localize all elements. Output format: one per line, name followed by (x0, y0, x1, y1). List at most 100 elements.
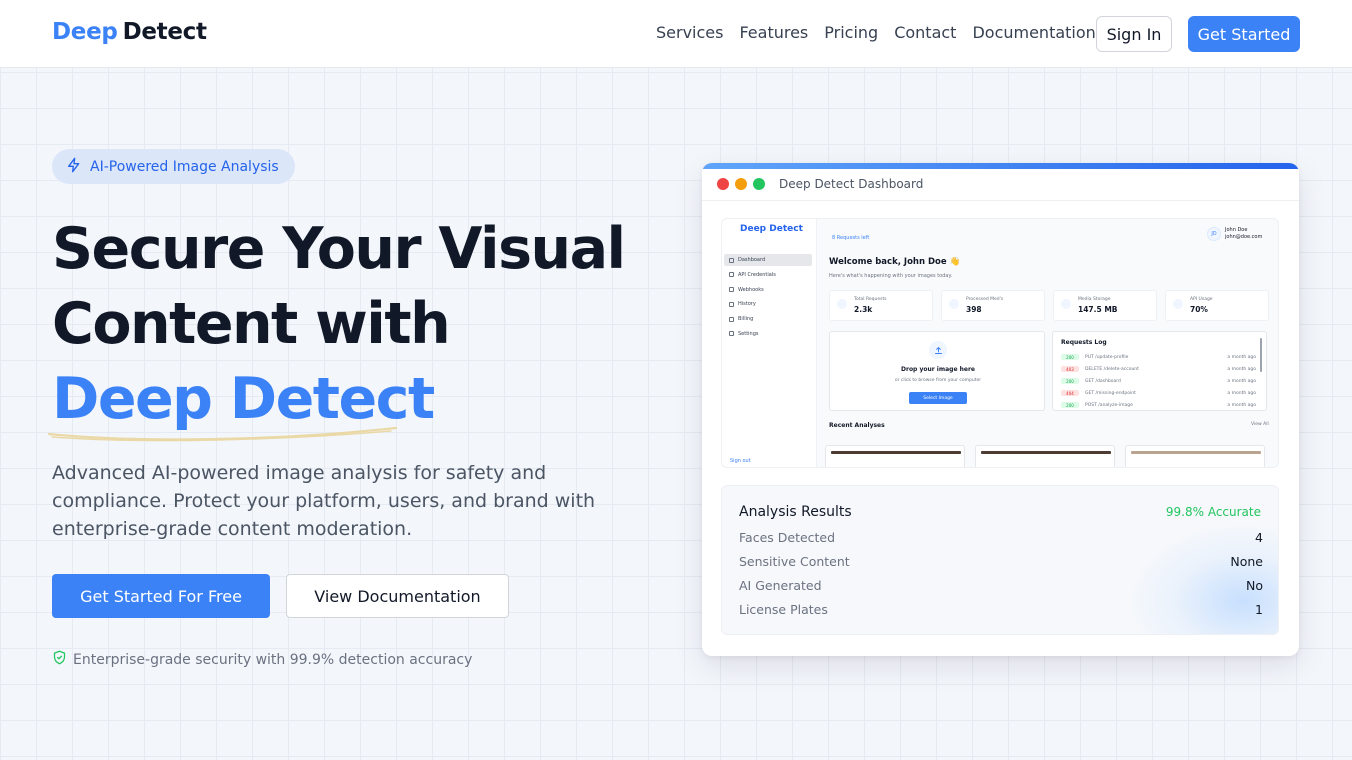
hero-title-line-2: Content with (52, 291, 451, 357)
dashboard-nav-item: Billing (724, 313, 812, 325)
dashboard-sign-out: Sign out (730, 458, 751, 464)
recent-analysis-thumbnail (1125, 445, 1265, 467)
storage-icon (1061, 299, 1071, 309)
select-image-button: Select Image (909, 392, 967, 404)
brush-underline-decoration (47, 426, 398, 442)
hero-description: Advanced AI-powered image analysis for s… (52, 462, 596, 540)
image-icon (949, 299, 959, 309)
log-time: a month ago (1227, 390, 1256, 396)
nav-links: Services Features Pricing Contact Docume… (656, 23, 1096, 42)
log-request: GET /dashboard (1085, 378, 1121, 384)
result-value: None (1230, 554, 1263, 569)
key-icon (729, 272, 734, 278)
log-row: 200 POST /analyze-image a month ago (1061, 401, 1256, 409)
recent-analysis-thumbnail (975, 445, 1115, 467)
result-label: Sensitive Content (739, 554, 850, 569)
result-value: 4 (1255, 530, 1263, 545)
dashboard-nav-label: Dashboard (738, 257, 766, 263)
stat-label: Media Storage (1078, 297, 1111, 302)
minimize-dot-icon (735, 178, 747, 190)
recent-analysis-thumbnail (825, 445, 965, 467)
nav-link-features[interactable]: Features (739, 23, 808, 42)
welcome-subtext: Here's what's happening with your images… (829, 273, 953, 279)
stat-label: API Usage (1190, 297, 1213, 302)
maximize-dot-icon (753, 178, 765, 190)
result-label: AI Generated (739, 578, 822, 593)
get-started-free-button[interactable]: Get Started For Free (52, 574, 270, 618)
result-value: No (1246, 578, 1263, 593)
log-time: a month ago (1227, 402, 1256, 408)
nav-link-contact[interactable]: Contact (894, 23, 956, 42)
log-scrollbar (1260, 338, 1262, 372)
lightning-icon (66, 157, 82, 177)
user-name: John Doe (1225, 227, 1248, 233)
logo-part-detect: Detect (122, 19, 207, 45)
stat-label: Total Requests (854, 297, 887, 302)
log-time: a month ago (1227, 378, 1256, 384)
security-note: Enterprise-grade security with 99.9% det… (52, 650, 472, 669)
dashboard-logo: Deep Detect (740, 224, 803, 234)
usage-icon (1173, 299, 1183, 309)
dashboard-nav-label: Settings (738, 330, 759, 337)
logo-part-deep: Deep (52, 19, 118, 45)
stat-value: 2.3k (854, 305, 873, 314)
log-row: 403 DELETE /delete-account a month ago (1061, 365, 1256, 373)
result-label: License Plates (739, 602, 828, 617)
view-all-link: View All (1251, 422, 1269, 427)
dashboard-nav-item: Dashboard (724, 254, 812, 266)
log-row: 200 GET /dashboard a month ago (1061, 377, 1256, 385)
status-badge: 200 (1061, 402, 1079, 408)
dashboard-screenshot: Deep Detect Dashboard API Credentials We… (721, 218, 1279, 468)
log-request: GET /missing-endpoint (1085, 390, 1136, 396)
stat-card: Media Storage 147.5 MB (1053, 290, 1157, 321)
dashboard-sidebar: Deep Detect Dashboard API Credentials We… (722, 219, 817, 467)
stat-value: 70% (1190, 305, 1208, 314)
nav-link-pricing[interactable]: Pricing (824, 23, 878, 42)
brand-logo[interactable]: Deep Detect (52, 19, 207, 45)
stat-value: 398 (966, 305, 982, 314)
dropzone-title: Drop your image here (901, 366, 975, 373)
get-started-button[interactable]: Get Started (1188, 16, 1300, 52)
top-navbar: Deep Detect Services Features Pricing Con… (0, 0, 1352, 68)
nav-link-services[interactable]: Services (656, 23, 723, 42)
requests-log: Requests Log 200 PUT /update-profile a mon… (1052, 331, 1267, 411)
bolt-icon (837, 299, 847, 309)
dashboard-nav-item: History (724, 298, 812, 310)
dashboard-nav-label: Billing (738, 316, 754, 323)
dashboard-nav: Dashboard API Credentials Webhooks Histo… (724, 254, 812, 343)
requests-log-title: Requests Log (1061, 339, 1107, 346)
log-time: a month ago (1227, 354, 1256, 360)
log-row: 404 GET /missing-endpoint a month ago (1061, 389, 1256, 397)
dashboard-nav-item: Webhooks (724, 284, 812, 296)
status-badge: 404 (1061, 390, 1079, 396)
dashboard-nav-item: Settings (724, 328, 812, 340)
window-title-bar: Deep Detect Dashboard (702, 169, 1299, 201)
result-label: Faces Detected (739, 530, 836, 545)
sign-in-button[interactable]: Sign In (1096, 16, 1172, 52)
hero-title: Secure Your Visual Content with Deep Det… (52, 212, 626, 437)
upload-icon (929, 341, 947, 359)
analysis-results-card: Analysis Results 99.8% Accurate Faces De… (721, 485, 1279, 635)
webhook-icon (729, 287, 734, 293)
dashboard-nav-label: API Credentials (738, 271, 776, 278)
recent-analyses-title: Recent Analyses (829, 422, 885, 429)
image-dropzone: Drop your image here or click to browse … (829, 331, 1045, 411)
result-row: AI Generated No (739, 578, 1263, 593)
security-note-text: Enterprise-grade security with 99.9% det… (73, 651, 473, 668)
status-badge: 403 (1061, 366, 1079, 372)
settings-icon (729, 331, 734, 337)
result-row: Sensitive Content None (739, 554, 1263, 569)
avatar: JD (1207, 227, 1221, 241)
status-badge: 200 (1061, 354, 1079, 360)
nav-link-documentation[interactable]: Documentation (972, 23, 1095, 42)
log-time: a month ago (1227, 366, 1256, 372)
dropzone-subtitle: or click to browse from your computer (894, 378, 982, 383)
user-email: john@doe.com (1225, 234, 1263, 240)
log-request: POST /analyze-image (1085, 402, 1133, 408)
view-documentation-button[interactable]: View Documentation (286, 574, 509, 618)
badge-label: AI-Powered Image Analysis (90, 158, 279, 175)
billing-icon (729, 316, 734, 322)
requests-left: 8 Requests left (832, 235, 870, 241)
result-row: Faces Detected 4 (739, 530, 1263, 545)
log-request: DELETE /delete-account (1085, 366, 1139, 372)
